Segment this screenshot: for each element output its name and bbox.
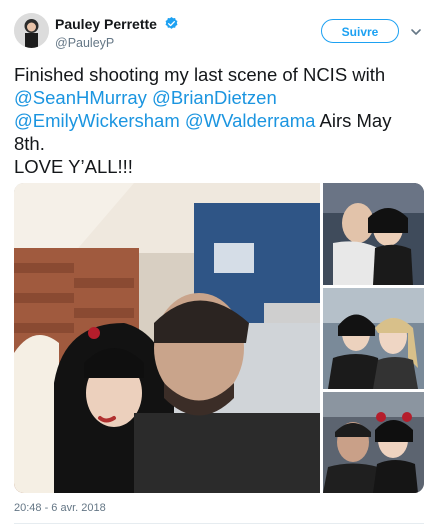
main-photo[interactable]	[14, 183, 320, 493]
follow-button[interactable]: Suivre	[321, 19, 399, 43]
thumbnail-photo[interactable]	[323, 183, 424, 285]
thumbnail-photo[interactable]	[323, 392, 424, 493]
chevron-down-icon[interactable]	[410, 25, 422, 37]
media-grid	[14, 183, 424, 493]
mention-link[interactable]: @BrianDietzen	[152, 87, 277, 108]
divider	[14, 523, 424, 524]
mention-link[interactable]: @EmilyWickersham	[14, 110, 180, 131]
author-handle[interactable]: @PauleyP	[55, 36, 179, 50]
tweet-text-intro: Finished shooting my last scene of NCIS …	[14, 64, 386, 85]
tweet-text-final: LOVE Y’ALL!!!	[14, 156, 133, 177]
author-display-name[interactable]: Pauley Perrette	[55, 16, 157, 32]
avatar[interactable]	[14, 13, 49, 48]
tweet-text: Finished shooting my last scene of NCIS …	[14, 63, 424, 178]
verified-badge-icon	[164, 16, 179, 31]
tweet-header: Pauley Perrette @PauleyP Suivre	[0, 0, 439, 60]
tweet-timestamp[interactable]: 20:48 - 6 avr. 2018	[14, 502, 106, 514]
mention-link[interactable]: @WValderrama	[185, 110, 316, 131]
thumbnail-photo[interactable]	[323, 288, 424, 389]
author-block[interactable]: Pauley Perrette @PauleyP	[55, 15, 179, 50]
mention-link[interactable]: @SeanHMurray	[14, 87, 147, 108]
